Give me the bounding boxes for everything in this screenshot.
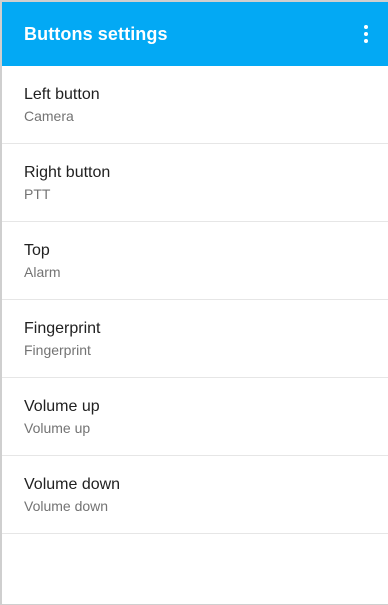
setting-summary: Volume up [24,419,91,436]
app-bar: Buttons settings [2,2,388,66]
setting-title: Left button [24,85,100,103]
setting-title: Right button [24,163,111,181]
more-vert-icon[interactable] [354,14,378,54]
setting-title: Volume up [24,397,100,415]
setting-top[interactable]: Top Alarm [2,222,388,300]
setting-left-button[interactable]: Left button Camera [2,66,388,144]
setting-title: Fingerprint [24,319,101,337]
setting-fingerprint[interactable]: Fingerprint Fingerprint [2,300,388,378]
screen: Buttons settings Left button Camera Righ… [0,0,388,605]
setting-title: Volume down [24,475,121,493]
setting-title: Top [24,241,50,259]
setting-volume-up[interactable]: Volume up Volume up [2,378,388,456]
menu-dot [364,39,368,43]
setting-summary: Alarm [24,263,61,280]
setting-summary: Camera [24,107,74,124]
setting-right-button[interactable]: Right button PTT [2,144,388,222]
menu-dot [364,25,368,29]
setting-summary: PTT [24,185,51,202]
settings-list: Left button Camera Right button PTT Top … [2,66,388,534]
page-title: Buttons settings [24,23,168,44]
setting-summary: Volume down [24,497,109,514]
setting-volume-down[interactable]: Volume down Volume down [2,456,388,534]
menu-dot [364,32,368,36]
setting-summary: Fingerprint [24,341,91,358]
